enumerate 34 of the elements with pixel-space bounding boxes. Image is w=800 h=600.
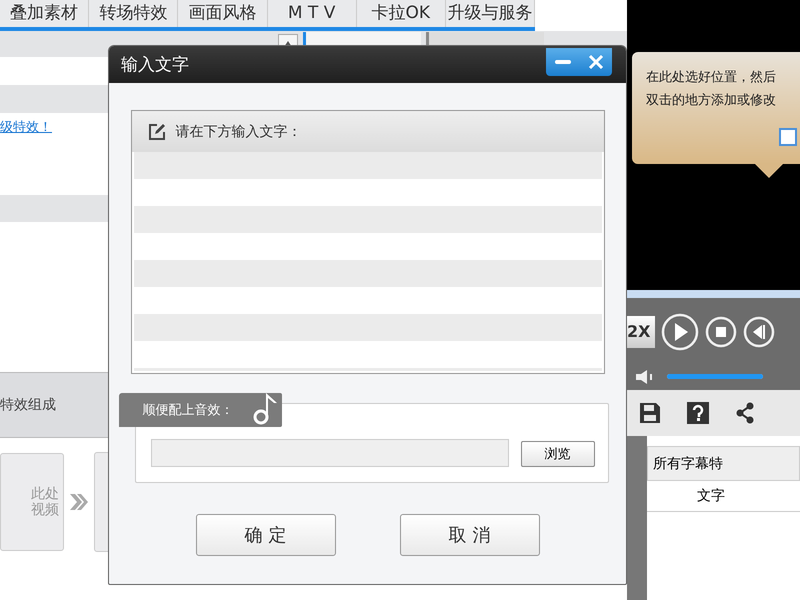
menu-tab[interactable]: M T V: [268, 0, 357, 27]
confirm-button[interactable]: 确 定: [196, 514, 336, 556]
menu-tab[interactable]: 卡拉OK: [356, 0, 446, 27]
music-note-icon: [252, 391, 278, 425]
play-icon[interactable]: [661, 312, 699, 350]
browse-button[interactable]: 浏览: [520, 441, 594, 467]
menu-tab[interactable]: 升级与服务: [446, 0, 536, 27]
section-title: 特效组成: [0, 396, 56, 414]
file-path-field[interactable]: [150, 439, 508, 467]
minimize-icon: [554, 60, 570, 64]
edit-icon: [148, 122, 166, 140]
stop-icon[interactable]: [705, 316, 737, 348]
tooltip: 在此处选好位置，然后 双击的地方添加或修改: [632, 52, 800, 164]
share-icon[interactable]: [735, 402, 755, 424]
cancel-button[interactable]: 取 消: [400, 514, 540, 556]
prompt-label: 请在下方输入文字：: [176, 122, 302, 140]
checkbox[interactable]: [779, 128, 797, 146]
menu-tab[interactable]: 画面风格: [178, 0, 268, 27]
sound-label: 顺便配上音效：: [118, 393, 282, 427]
menu-tab[interactable]: 转场特效: [89, 0, 178, 27]
text-input-area[interactable]: [134, 152, 602, 371]
speed-button[interactable]: 2X: [627, 316, 655, 348]
menu-tab[interactable]: 叠加素材: [0, 0, 90, 27]
link[interactable]: 级特效！: [0, 118, 52, 136]
previous-frame-icon[interactable]: [743, 316, 775, 348]
tooltip-pointer: [755, 164, 783, 178]
column-header: 文字: [647, 481, 800, 512]
save-icon[interactable]: [639, 402, 661, 424]
panel-header: 所有字幕特: [647, 446, 800, 481]
volume-slider[interactable]: [667, 374, 763, 379]
chevron-icon: [69, 493, 89, 511]
dialog-title: 输入文字: [121, 54, 190, 76]
close-icon: [588, 54, 604, 70]
help-icon[interactable]: [687, 402, 709, 424]
